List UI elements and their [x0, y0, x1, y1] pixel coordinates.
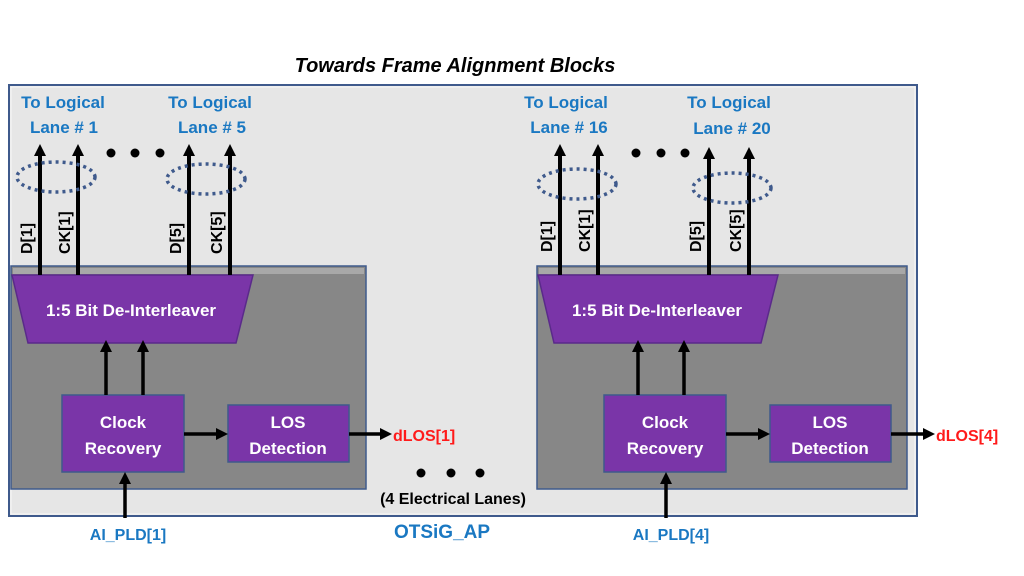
- clock-recovery-4: [603, 394, 727, 473]
- clock-recovery-4-line2: Recovery: [627, 439, 704, 458]
- unit-4-bevel: [539, 268, 905, 274]
- ellipsis-dot: [446, 468, 456, 478]
- clock-recovery-1-line2: Recovery: [85, 439, 162, 458]
- los-detection-4-line1: LOS: [813, 413, 848, 432]
- ellipsis-dot: [680, 148, 690, 158]
- ellipsis-dot: [416, 468, 426, 478]
- signal-label: CK[5]: [209, 211, 226, 254]
- ellipsis-dot: [475, 468, 485, 478]
- lanes-note: (4 Electrical Lanes): [380, 491, 526, 508]
- dlos-output-label: dLOS[1]: [393, 428, 455, 445]
- ellipsis-dot: [656, 148, 666, 158]
- los-detection-1-line1: LOS: [271, 413, 306, 432]
- lane-label-line2: Lane # 20: [693, 119, 771, 138]
- dlos-output-label: dLOS[4]: [936, 428, 998, 445]
- signal-label: D[1]: [539, 221, 556, 252]
- clock-recovery-4-line1: Clock: [642, 413, 689, 432]
- signal-label: D[5]: [168, 223, 185, 254]
- lane-label-line2: Lane # 5: [178, 118, 246, 137]
- lane-label-line1: To Logical: [687, 93, 771, 112]
- input-label: AI_PLD[1]: [90, 527, 166, 544]
- lane-label-line1: To Logical: [168, 93, 252, 112]
- deinterleaver-1-label: 1:5 Bit De-Interleaver: [46, 301, 216, 320]
- diagram-title: Towards Frame Alignment Blocks: [295, 55, 616, 77]
- lane-label-line1: To Logical: [524, 93, 608, 112]
- ellipsis-dot: [631, 148, 641, 158]
- signal-label: D[5]: [688, 221, 705, 252]
- lane-label-line2: Lane # 16: [530, 118, 608, 137]
- input-label: AI_PLD[4]: [633, 527, 709, 544]
- ellipsis-dot: [130, 148, 140, 158]
- deinterleaver-4-label: 1:5 Bit De-Interleaver: [572, 301, 742, 320]
- ellipsis-dot: [155, 148, 165, 158]
- otsig-ap-diagram: Towards Frame Alignment Blocks 1:5 Bit D…: [8, 55, 998, 544]
- signal-label: CK[5]: [728, 209, 745, 252]
- ellipsis-dot: [106, 148, 116, 158]
- signal-label: CK[1]: [57, 211, 74, 254]
- signal-label: CK[1]: [577, 209, 594, 252]
- container-label: OTSiG_AP: [394, 522, 490, 543]
- los-detection-4-line2: Detection: [791, 439, 868, 458]
- lane-label-line1: To Logical: [21, 93, 105, 112]
- clock-recovery-1: [61, 394, 185, 473]
- lane-label-line2: Lane # 1: [30, 118, 98, 137]
- signal-label: D[1]: [19, 223, 36, 254]
- clock-recovery-1-line1: Clock: [100, 413, 147, 432]
- los-detection-1-line2: Detection: [249, 439, 326, 458]
